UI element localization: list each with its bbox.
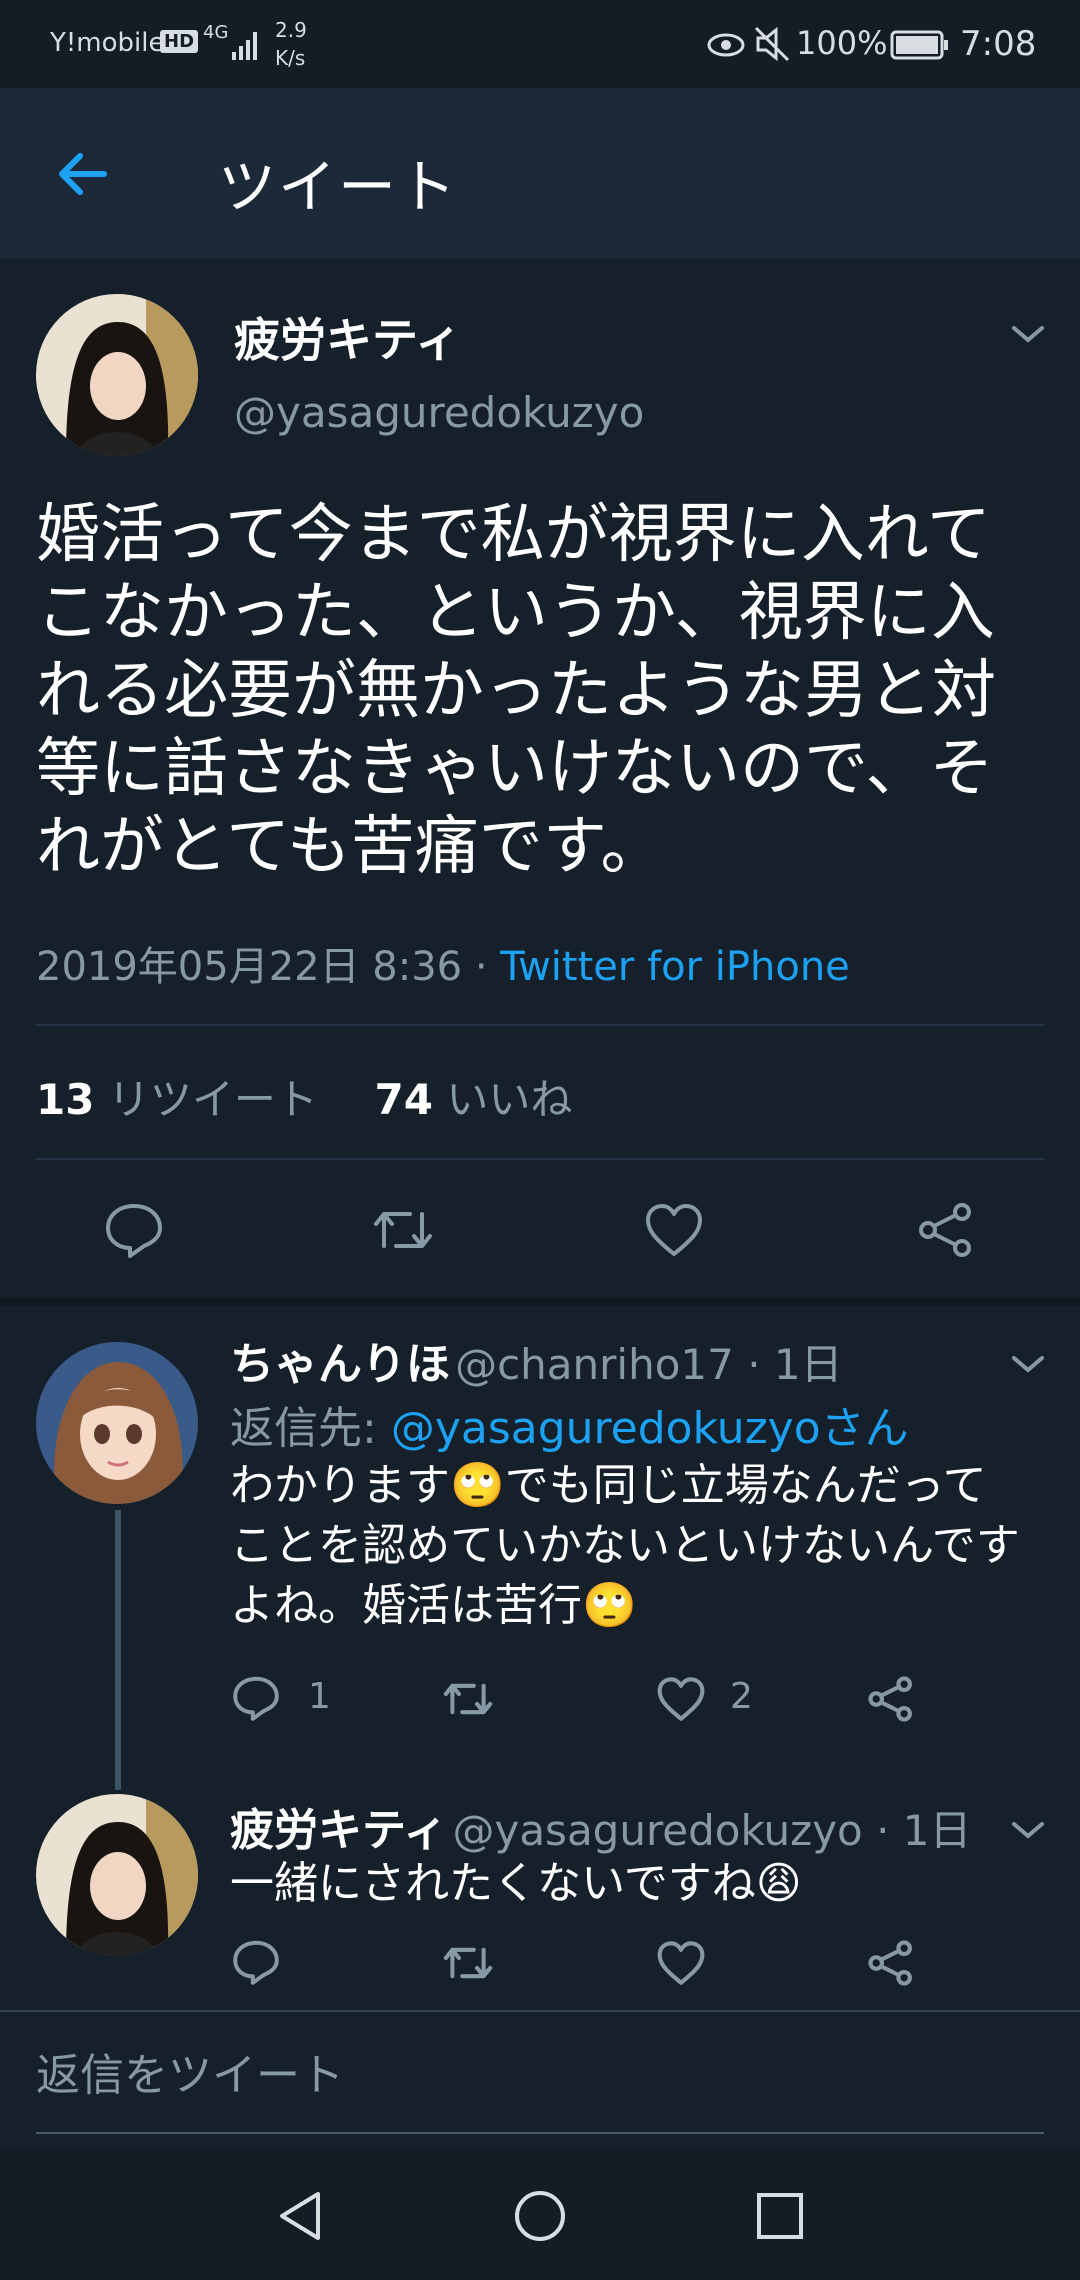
engagement-stats: 13 リツイート 74 いいね bbox=[36, 1066, 572, 1127]
system-nav-bar bbox=[0, 2150, 1080, 2280]
thread-line bbox=[115, 1510, 121, 1790]
reply-icon[interactable] bbox=[232, 1938, 280, 1986]
avatar[interactable] bbox=[36, 1342, 198, 1504]
share-icon[interactable] bbox=[866, 1940, 916, 1986]
like-count: 2 bbox=[730, 1676, 753, 1717]
retweet-count: 13 bbox=[36, 1075, 95, 1124]
display-name[interactable]: 疲労キティ bbox=[234, 304, 461, 370]
source-link[interactable]: Twitter for iPhone bbox=[500, 944, 850, 990]
page-title: ツイート bbox=[218, 153, 459, 221]
reply-icon[interactable] bbox=[104, 1200, 164, 1260]
user-handle[interactable]: @yasaguredokuzyo · 1日 bbox=[452, 1806, 971, 1855]
avatar[interactable] bbox=[36, 1794, 198, 1956]
reply-icon[interactable] bbox=[232, 1674, 280, 1722]
reply-to: 返信先: @yasaguredokuzyoさん bbox=[230, 1392, 909, 1456]
divider bbox=[36, 1158, 1044, 1160]
tweet-text-line: 婚活って今まで私が視界に入れて bbox=[36, 498, 991, 572]
mute-icon bbox=[754, 26, 792, 66]
nav-recents-icon[interactable] bbox=[754, 2190, 806, 2242]
retweet-icon[interactable] bbox=[370, 1202, 436, 1258]
reply-text-line: ことを認めていかないといけないんです bbox=[230, 1520, 1020, 1571]
carrier-label: Y!mobile bbox=[50, 28, 165, 58]
display-name[interactable]: 疲労キティ bbox=[230, 1805, 447, 1856]
status-bar: Y!mobile HD 4G 2.9 K/s 100% 7:08 bbox=[0, 0, 1080, 88]
like-count: 74 bbox=[374, 1075, 433, 1124]
clock: 7:08 bbox=[960, 24, 1037, 64]
user-handle[interactable]: @yasaguredokuzyo bbox=[234, 388, 644, 437]
reply-text-line: よね。婚活は苦行🙄 bbox=[230, 1580, 637, 1631]
retweet-icon[interactable] bbox=[440, 1940, 496, 1986]
timestamp: 2019年05月22日 8:36 · bbox=[36, 944, 501, 990]
reply-input[interactable] bbox=[36, 2040, 1044, 2110]
user-handle[interactable]: @chanriho17 · 1日 bbox=[455, 1340, 843, 1389]
battery-percent: 100% bbox=[796, 24, 888, 62]
share-icon[interactable] bbox=[916, 1202, 976, 1258]
eye-icon bbox=[706, 28, 746, 66]
reply-text-line: わかります🙄でも同じ立場なんだって bbox=[230, 1460, 987, 1511]
avatar[interactable] bbox=[36, 294, 198, 456]
reply-to-label: 返信先: bbox=[230, 1403, 391, 1454]
top-app-bar: ツイート bbox=[0, 88, 1080, 258]
reply-to-handle[interactable]: @yasaguredokuzyoさん bbox=[391, 1403, 909, 1454]
retweet-icon[interactable] bbox=[440, 1676, 496, 1722]
nav-home-icon[interactable] bbox=[512, 2188, 568, 2244]
reply-tweet[interactable]: 疲労キティ @yasaguredokuzyo · 1日 一緒にされたくないですね… bbox=[0, 1776, 1080, 2010]
tweet-text-line: こなかった、というか、視界に入 bbox=[36, 576, 995, 650]
chevron-down-icon[interactable] bbox=[1010, 1352, 1046, 1376]
tweet-meta: 2019年05月22日 8:36 · Twitter for iPhone bbox=[36, 934, 850, 992]
reply-tweet[interactable]: ちゃんりほ @chanriho17 · 1日 返信先: @yasaguredok… bbox=[0, 1306, 1080, 1790]
reply-text: わかります🙄でも同じ立場なんだって ことを認めていかないといけないんです よね。… bbox=[230, 1456, 1070, 1636]
tweet-text-line: 等に話さなきゃいけないので、そ bbox=[36, 732, 994, 806]
tweet-text-line: れがとても苦痛です。 bbox=[36, 810, 665, 884]
retweet-stat[interactable]: 13 リツイート bbox=[36, 1075, 331, 1124]
signal-icon bbox=[206, 24, 266, 68]
retweet-label: リツイート bbox=[107, 1075, 318, 1124]
battery-icon bbox=[890, 30, 950, 64]
like-label: いいね bbox=[446, 1075, 573, 1124]
speed-unit: K/s bbox=[275, 46, 306, 70]
share-icon[interactable] bbox=[866, 1676, 916, 1722]
reply-header: 疲労キティ @yasaguredokuzyo · 1日 bbox=[230, 1794, 972, 1858]
reply-header: ちゃんりほ @chanriho17 · 1日 bbox=[230, 1328, 843, 1392]
reply-text: 一緒にされたくないですね😩 bbox=[230, 1854, 802, 1914]
input-underline bbox=[36, 2132, 1044, 2134]
nav-back-icon[interactable] bbox=[272, 2188, 328, 2244]
main-tweet: 疲労キティ @yasaguredokuzyo 婚活って今まで私が視界に入れて こ… bbox=[0, 258, 1080, 1298]
like-icon[interactable] bbox=[656, 1676, 706, 1722]
reply-composer bbox=[0, 2010, 1080, 2150]
reply-count: 1 bbox=[308, 1676, 331, 1717]
speed-value: 2.9 bbox=[275, 18, 307, 42]
section-separator bbox=[0, 1298, 1080, 1306]
tweet-text-line: れる必要が無かったような男と対 bbox=[36, 654, 996, 728]
like-icon[interactable] bbox=[656, 1940, 706, 1986]
back-arrow-icon[interactable] bbox=[52, 144, 112, 204]
chevron-down-icon[interactable] bbox=[1010, 1818, 1046, 1842]
divider bbox=[0, 2010, 1080, 2012]
chevron-down-icon[interactable] bbox=[1010, 322, 1046, 346]
tweet-text: 婚活って今まで私が視界に入れて こなかった、というか、視界に入 れる必要が無かっ… bbox=[36, 496, 1056, 886]
divider bbox=[36, 1024, 1044, 1026]
like-icon[interactable] bbox=[644, 1202, 704, 1258]
reply-text-line: 一緒にされたくないですね😩 bbox=[230, 1858, 802, 1909]
display-name[interactable]: ちゃんりほ bbox=[230, 1339, 450, 1390]
like-stat[interactable]: 74 いいね bbox=[375, 1075, 573, 1124]
hd-badge: HD bbox=[160, 30, 199, 53]
